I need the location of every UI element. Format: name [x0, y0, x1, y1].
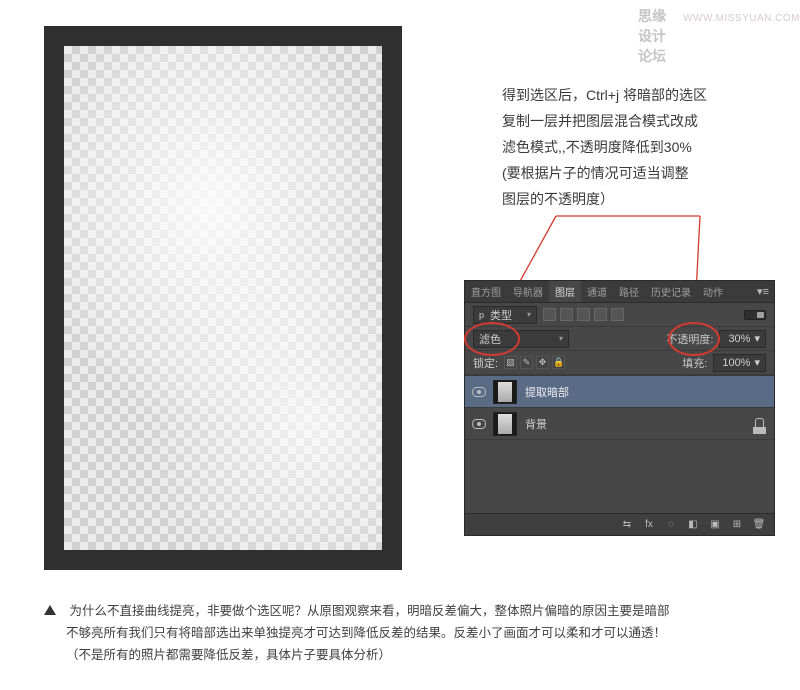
search-icon: p [479, 310, 484, 320]
watermark: 思缘设计论坛 WWW.MISSYUAN.COM [638, 6, 800, 66]
tab-paths[interactable]: 路径 [613, 281, 645, 302]
triangle-bullet-icon [44, 605, 56, 615]
instruction-text: 得到选区后，Ctrl+j 将暗部的选区 复制一层并把图层混合模式改成 滤色模式,… [502, 82, 782, 212]
layer-row[interactable]: 背景 [465, 407, 774, 439]
adjustment-icon[interactable]: ◧ [686, 519, 700, 530]
portrait-ghost-overlay [64, 46, 382, 550]
layer-thumbnail[interactable] [493, 380, 517, 404]
lock-pixels-icon[interactable]: ▧ [504, 356, 517, 369]
instruction-line: 滤色模式,,不透明度降低到30% [502, 134, 782, 160]
new-layer-icon[interactable]: ⊞ [730, 519, 744, 530]
chevron-down-icon: ▾ [527, 310, 531, 319]
tab-history[interactable]: 历史记录 [645, 281, 697, 302]
tab-actions[interactable]: 动作 [697, 281, 729, 302]
note-line: （不是所有的照片都需要降低反差，具体片子要具体分析） [44, 644, 764, 666]
watermark-url: WWW.MISSYUAN.COM [683, 13, 800, 24]
layer-name: 提取暗部 [525, 384, 774, 400]
panel-menu-icon[interactable]: ▾≡ [752, 281, 774, 302]
highlight-ring-blend [464, 322, 520, 356]
chevron-down-icon: ▾ [754, 332, 760, 345]
visibility-eye-icon[interactable] [472, 387, 486, 397]
tab-navigator[interactable]: 导航器 [507, 281, 549, 302]
visibility-eye-icon[interactable] [472, 419, 486, 429]
note-line: 不够亮所有我们只有将暗部选出来单独提亮才可达到降低反差的结果。反差小了画面才可以… [44, 622, 764, 644]
chevron-down-icon: ▾ [559, 334, 563, 343]
bottom-note: 为什么不直接曲线提亮，非要做个选区呢？从原图观察来看，明暗反差偏大，整体照片偏暗… [44, 600, 764, 666]
layer-name: 背景 [525, 416, 755, 432]
panel-footer: ⇆ fx ◌ ◧ ▣ ⊞ 🗑 [465, 513, 774, 535]
filter-toggle[interactable] [744, 310, 766, 320]
lock-icon [755, 418, 764, 429]
tab-channels[interactable]: 通道 [581, 281, 613, 302]
fill-input[interactable]: 100% ▾ [713, 354, 766, 372]
tab-layers[interactable]: 图层 [549, 281, 581, 302]
tab-histogram[interactable]: 直方图 [465, 281, 507, 302]
transparency-checker [64, 46, 382, 550]
filter-kind-label: 类型 [490, 307, 512, 323]
layer-list-empty [465, 439, 774, 523]
filter-adjust-icon[interactable] [560, 308, 573, 321]
layer-row[interactable]: 提取暗部 [465, 375, 774, 407]
instruction-line: (要根据片子的情况可适当调整 [502, 160, 782, 186]
filter-pixel-icon[interactable] [543, 308, 556, 321]
watermark-text: 思缘设计论坛 [638, 6, 677, 66]
instruction-line: 复制一层并把图层混合模式改成 [502, 108, 782, 134]
lock-paint-icon[interactable]: ✎ [520, 356, 533, 369]
lock-position-icon[interactable]: ✥ [536, 356, 549, 369]
fill-value: 100% [722, 357, 750, 369]
opacity-value: 30% [728, 333, 750, 345]
filter-shape-icon[interactable] [594, 308, 607, 321]
filter-text-icon[interactable] [577, 308, 590, 321]
layer-thumbnail[interactable] [493, 412, 517, 436]
note-line: 为什么不直接曲线提亮，非要做个选区呢？从原图观察来看，明暗反差偏大，整体照片偏暗… [69, 604, 669, 618]
filter-kind-select[interactable]: p 类型 ▾ [473, 306, 537, 324]
lock-fill-row: 锁定: ▧ ✎ ✥ 🔒 填充: 100% ▾ [465, 351, 774, 375]
layer-list: 提取暗部 背景 [465, 375, 774, 523]
opacity-input[interactable]: 30% ▾ [719, 330, 766, 348]
link-layers-icon[interactable]: ⇆ [620, 519, 634, 530]
filter-row: p 类型 ▾ [465, 303, 774, 327]
layers-panel: 直方图 导航器 图层 通道 路径 历史记录 动作 ▾≡ p 类型 ▾ 滤色 ▾ … [464, 280, 775, 536]
fill-label: 填充: [682, 355, 707, 371]
panel-tabs: 直方图 导航器 图层 通道 路径 历史记录 动作 ▾≡ [465, 281, 774, 303]
highlight-ring-opacity [668, 322, 720, 356]
fx-icon[interactable]: fx [642, 519, 656, 530]
lock-label: 锁定: [473, 355, 498, 371]
trash-icon[interactable]: 🗑 [752, 519, 766, 530]
lock-all-icon[interactable]: 🔒 [552, 356, 565, 369]
group-icon[interactable]: ▣ [708, 519, 722, 530]
chevron-down-icon: ▾ [754, 356, 760, 369]
mask-icon[interactable]: ◌ [664, 519, 678, 530]
instruction-line: 图层的不透明度） [502, 186, 782, 212]
image-canvas-frame [44, 26, 402, 570]
filter-icons [543, 308, 624, 321]
filter-smart-icon[interactable] [611, 308, 624, 321]
instruction-line: 得到选区后，Ctrl+j 将暗部的选区 [502, 82, 782, 108]
